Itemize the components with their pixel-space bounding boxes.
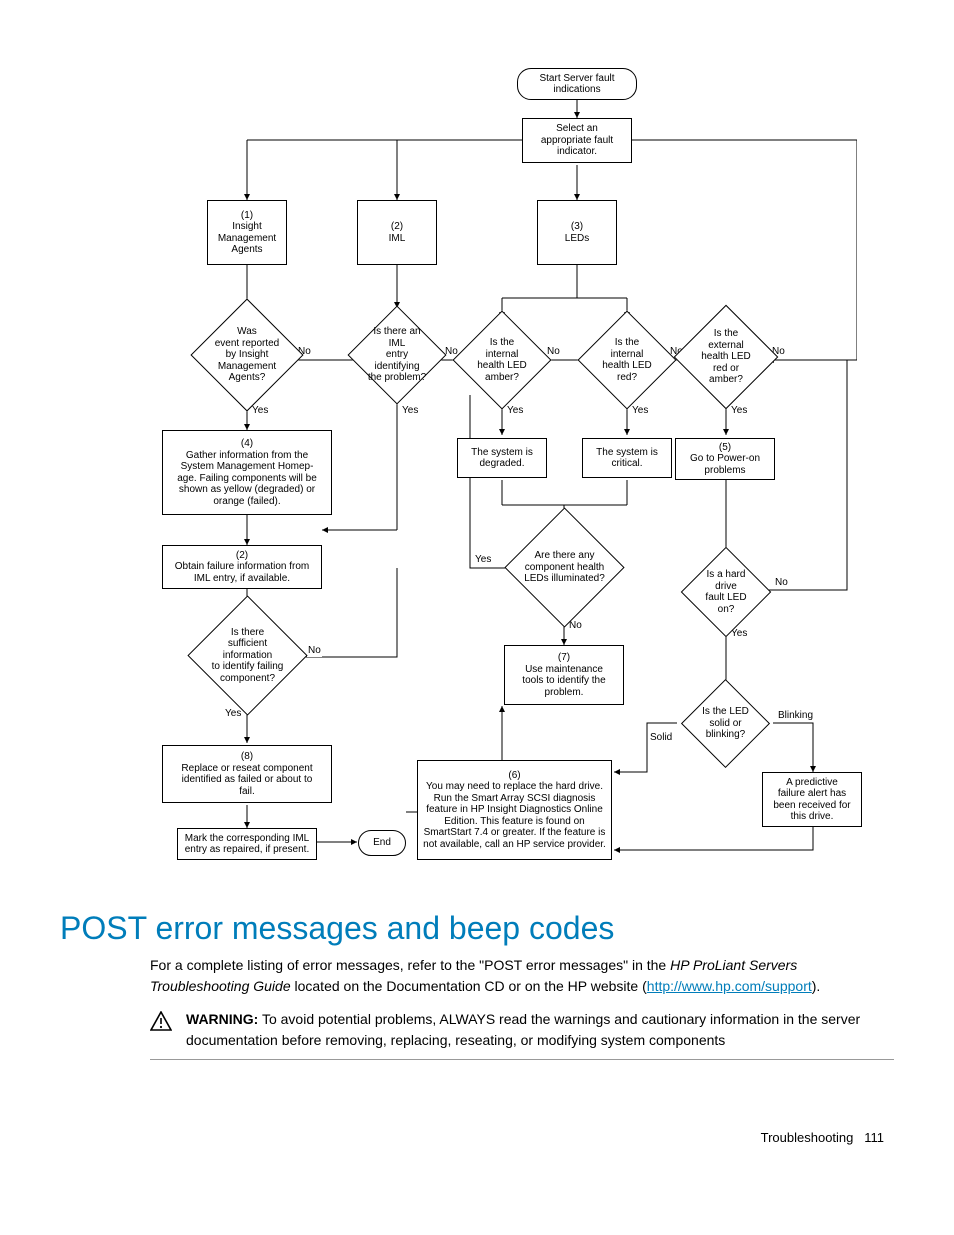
node-replace-hard-drive: (6) You may need to replace the hard dri…: [417, 760, 612, 860]
node-gather-info: (4) Gather information from the System M…: [162, 430, 332, 515]
node-text: The system is degraded.: [471, 447, 533, 470]
text: ).: [812, 978, 821, 994]
node-mark-iml: Mark the corresponding IML entry as repa…: [177, 828, 317, 860]
edge-label: Yes: [730, 405, 748, 417]
node-predictive-alert: A predictive failure alert has been rece…: [762, 772, 862, 827]
node-text: Mark the corresponding IML entry as repa…: [185, 833, 310, 856]
node-text: Is the LED solid or blinking?: [694, 704, 757, 743]
edge-label: Blinking: [777, 710, 814, 722]
decision-component-leds: Are there any component health LEDs illu…: [522, 525, 607, 610]
node-text: A predictive failure alert has been rece…: [773, 777, 850, 823]
node-text: Is a hard drive fault LED on?: [694, 567, 758, 617]
node-text: (2) IML: [389, 221, 406, 244]
support-link[interactable]: http://www.hp.com/support: [647, 978, 812, 994]
node-text: The system is critical.: [596, 447, 658, 470]
edge-label: Yes: [224, 708, 242, 720]
node-maintenance-tools: (7) Use maintenance tools to identify th…: [504, 645, 624, 705]
document-page: Yes No Yes No Yes No Yes No Yes No Yes N…: [0, 0, 954, 1185]
node-text: Start Server fault indications: [539, 73, 614, 96]
node-text: Are there any component health LEDs illu…: [522, 548, 607, 587]
node-text: Is the internal health LED red?: [592, 335, 662, 385]
node-text: Is the internal health LED amber?: [467, 335, 537, 385]
decision-iml-entry: Is there an IML entry identifying the pr…: [362, 320, 432, 390]
decision-sufficient-info: Is there sufficient information to ident…: [205, 613, 290, 698]
text: located on the Documentation CD or on th…: [291, 978, 647, 994]
decision-internal-red: Is the internal health LED red?: [592, 325, 662, 395]
node-text: (1) Insight Management Agents: [218, 210, 276, 256]
footer-page-number: 111: [864, 1130, 884, 1145]
node-text: Was event reported by Insight Management…: [207, 324, 287, 386]
warning-icon: [150, 1009, 186, 1051]
node-end: End: [358, 830, 406, 856]
node-select-indicator: Select an appropriate fault indicator.: [522, 118, 632, 163]
node-branch-3: (3) LEDs: [537, 200, 617, 265]
decision-hdd-fault: Is a hard drive fault LED on?: [694, 560, 758, 624]
page-footer: Troubleshooting 111: [60, 1130, 894, 1145]
node-text: (5) Go to Power-on problems: [690, 442, 760, 477]
warning-body: To avoid potential problems, ALWAYS read…: [186, 1011, 860, 1048]
edge-label: Yes: [506, 405, 524, 417]
warning-text: WARNING: To avoid potential problems, AL…: [186, 1009, 894, 1051]
node-start: Start Server fault indications: [517, 68, 637, 100]
node-text: Is there an IML entry identifying the pr…: [362, 324, 432, 386]
node-text: (3) LEDs: [565, 221, 589, 244]
node-text: (8) Replace or reseat component identifi…: [181, 751, 312, 797]
decision-solid-blinking: Is the LED solid or blinking?: [694, 692, 757, 755]
node-text: End: [373, 837, 391, 849]
node-text: Is the external health LED red or amber?: [689, 326, 763, 388]
decision-event-reported: Was event reported by Insight Management…: [207, 315, 287, 395]
node-replace-component: (8) Replace or reseat component identifi…: [162, 745, 332, 803]
warning-block: WARNING: To avoid potential problems, AL…: [150, 1009, 894, 1060]
node-power-on-problems: (5) Go to Power-on problems: [675, 438, 775, 480]
body-paragraph: For a complete listing of error messages…: [150, 955, 894, 997]
edge-label: Yes: [251, 405, 269, 417]
decision-external-led: Is the external health LED red or amber?: [689, 320, 763, 394]
node-branch-2: (2) IML: [357, 200, 437, 265]
node-text: (6) You may need to replace the hard dri…: [423, 770, 606, 851]
node-text: (4) Gather information from the System M…: [177, 438, 317, 507]
decision-internal-amber: Is the internal health LED amber?: [467, 325, 537, 395]
edge-label: Yes: [631, 405, 649, 417]
flowchart-diagram: Yes No Yes No Yes No Yes No Yes No Yes N…: [97, 60, 857, 890]
section-heading: POST error messages and beep codes: [60, 910, 894, 947]
node-system-degraded: The system is degraded.: [457, 438, 547, 478]
node-system-critical: The system is critical.: [582, 438, 672, 478]
edge-label: No: [774, 577, 789, 589]
text: For a complete listing of error messages…: [150, 957, 670, 973]
edge-label: Yes: [474, 554, 492, 566]
node-text: (7) Use maintenance tools to identify th…: [522, 652, 605, 698]
node-text: Is there sufficient information to ident…: [205, 625, 290, 687]
warning-lead: WARNING:: [186, 1011, 258, 1027]
footer-section: Troubleshooting: [761, 1130, 854, 1145]
node-text: (2) Obtain failure information from IML …: [175, 550, 310, 585]
node-text: Select an appropriate fault indicator.: [541, 123, 613, 158]
node-obtain-iml: (2) Obtain failure information from IML …: [162, 545, 322, 589]
edge-label: Yes: [401, 405, 419, 417]
edge-label: No: [307, 645, 322, 657]
edge-label: Solid: [649, 732, 673, 744]
node-branch-1: (1) Insight Management Agents: [207, 200, 287, 265]
